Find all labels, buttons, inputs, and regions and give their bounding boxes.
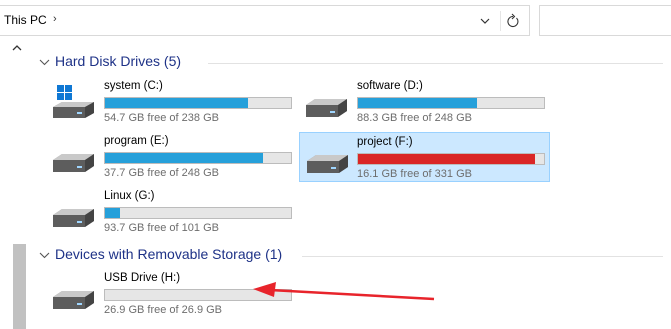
windows-drive-icon — [50, 85, 96, 121]
drive-tile-g[interactable]: Linux (G:) 93.7 GB free of 101 GB — [38, 187, 292, 237]
chevron-down-icon[interactable] — [38, 249, 51, 262]
free-space-text: 88.3 GB free of 248 GB — [357, 112, 472, 124]
drive-name: Linux (G:) — [104, 190, 155, 202]
usage-bar — [357, 97, 545, 109]
free-space-text: 16.1 GB free of 331 GB — [357, 168, 472, 180]
group-title: Hard Disk Drives (5) — [55, 53, 182, 69]
usage-bar — [104, 97, 292, 109]
drive-tile-f[interactable]: project (F:) 16.1 GB free of 331 GB — [299, 132, 550, 182]
free-space-text: 93.7 GB free of 101 GB — [104, 222, 219, 234]
refresh-icon[interactable] — [500, 11, 524, 31]
usb-drive-icon — [50, 277, 96, 313]
drive-icon — [304, 141, 350, 177]
chevron-down-icon[interactable] — [38, 56, 51, 69]
search-input[interactable] — [539, 5, 671, 36]
free-space-text: 37.7 GB free of 248 GB — [104, 167, 219, 179]
group-divider — [208, 63, 663, 64]
group-divider — [302, 256, 663, 257]
usage-bar-fill — [105, 208, 120, 218]
group-title: Devices with Removable Storage (1) — [55, 246, 283, 262]
drive-name: project (F:) — [357, 136, 413, 148]
drive-tile-h[interactable]: USB Drive (H:) 26.9 GB free of 26.9 GB — [38, 269, 292, 319]
breadcrumb-chevron-icon[interactable]: › — [53, 13, 57, 25]
breadcrumb-this-pc[interactable]: This PC — [4, 13, 47, 27]
usage-bar — [357, 153, 545, 165]
drive-icon — [50, 195, 96, 231]
usage-bar-fill — [105, 153, 264, 163]
chevron-down-icon[interactable] — [478, 14, 492, 28]
drive-name: system (C:) — [104, 80, 163, 92]
vertical-scrollbar[interactable] — [0, 40, 31, 329]
usage-bar-fill — [358, 154, 535, 164]
usage-bar-fill — [358, 98, 478, 108]
free-space-text: 26.9 GB free of 26.9 GB — [104, 304, 223, 316]
address-bar[interactable]: This PC › — [0, 5, 530, 36]
usage-bar — [104, 289, 292, 301]
drive-icon — [303, 85, 349, 121]
scrollbar-thumb[interactable] — [13, 244, 26, 329]
scroll-up-icon[interactable] — [11, 42, 23, 54]
group-hard-disk-drives[interactable]: Hard Disk Drives (5) — [38, 53, 668, 73]
free-space-text: 54.7 GB free of 238 GB — [104, 112, 219, 124]
drive-name: software (D:) — [357, 80, 423, 92]
usage-bar — [104, 152, 292, 164]
drive-icon — [50, 140, 96, 176]
group-removable-storage[interactable]: Devices with Removable Storage (1) — [38, 246, 668, 266]
drive-tile-e[interactable]: program (E:) 37.7 GB free of 248 GB — [38, 132, 292, 182]
drive-tile-c[interactable]: system (C:) 54.7 GB free of 238 GB — [38, 77, 292, 127]
drive-tile-d[interactable]: software (D:) 88.3 GB free of 248 GB — [291, 77, 545, 127]
usage-bar-fill — [105, 98, 249, 108]
drive-name: USB Drive (H:) — [104, 272, 181, 284]
drive-name: program (E:) — [104, 135, 169, 147]
usage-bar — [104, 207, 292, 219]
